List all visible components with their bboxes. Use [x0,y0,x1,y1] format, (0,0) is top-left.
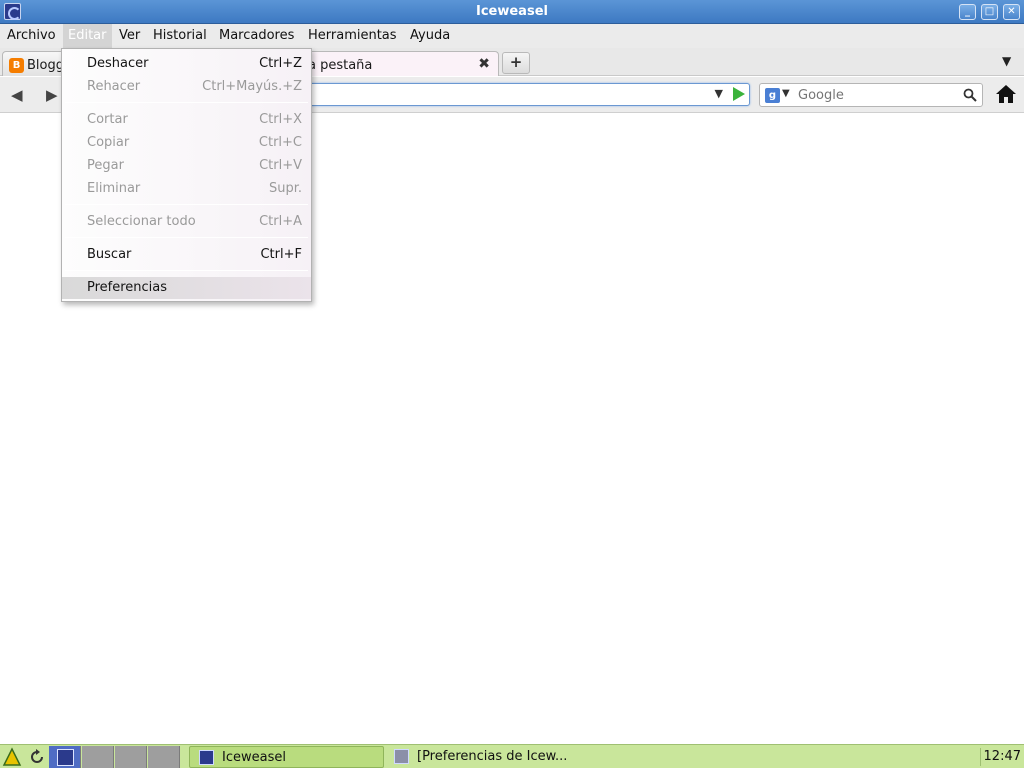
tab-new-tab[interactable]: a pestaña ✖ [300,51,499,76]
menu-item-label: Preferencias [87,280,168,295]
menu-ver[interactable]: Ver [119,28,140,43]
menu-item-buscar[interactable]: Buscar Ctrl+F [62,244,311,266]
url-history-dropdown-icon[interactable]: ▼ [715,87,723,100]
edit-menu-dropdown: Deshacer Ctrl+Z Rehacer Ctrl+Mayús.+Z Co… [61,48,312,302]
menu-item-label: Copiar [87,135,130,150]
menu-separator [65,237,308,238]
menu-item-shortcut: Ctrl+Z [259,56,302,71]
taskbar-separator [980,748,981,766]
menu-item-label: Pegar [87,158,124,173]
close-tab-icon[interactable]: ✖ [478,56,490,72]
menu-item-pegar[interactable]: Pegar Ctrl+V [62,155,311,177]
search-engine-chevron-icon[interactable]: ▼ [782,88,790,99]
menu-item-shortcut: Ctrl+C [258,135,302,150]
menu-separator [65,204,308,205]
menu-item-shortcut: Ctrl+Mayús.+Z [202,79,302,94]
menu-item-eliminar[interactable]: Eliminar Supr. [62,178,311,200]
menu-item-shortcut: Ctrl+X [259,112,302,127]
back-arrow-icon[interactable]: ◀ [11,86,23,104]
menu-marcadores[interactable]: Marcadores [219,28,294,43]
blogger-icon: B [9,58,24,73]
tab-label: Blogg [27,58,64,73]
tab-label: a pestaña [308,58,373,73]
chevron-down-icon[interactable]: ▼ [1002,54,1011,68]
forward-arrow-icon[interactable]: ▶ [46,86,58,104]
desktop-pager-4[interactable] [148,746,180,768]
google-icon[interactable]: g [765,88,780,103]
menu-item-preferencias[interactable]: Preferencias [62,277,311,299]
task-label: [Preferencias de Icew... [417,749,568,764]
menu-item-label: Cortar [87,112,128,127]
menu-item-label: Seleccionar todo [87,214,196,229]
menu-item-cortar[interactable]: Cortar Ctrl+X [62,109,311,131]
menu-item-rehacer[interactable]: Rehacer Ctrl+Mayús.+Z [62,76,311,98]
search-icon[interactable] [963,88,977,102]
menu-item-deshacer[interactable]: Deshacer Ctrl+Z [62,53,311,75]
menu-item-label: Eliminar [87,181,141,196]
window-title: Iceweasel [476,4,548,19]
minimize-button[interactable]: _ [959,4,976,20]
iceweasel-icon [394,749,409,764]
go-arrow-icon[interactable] [733,87,745,101]
maximize-button[interactable]: □ [981,4,998,20]
menu-item-copiar[interactable]: Copiar Ctrl+C [62,132,311,154]
menu-bar: Archivo Editar Ver Historial Marcadores … [0,24,1024,48]
taskbar: Iceweasel [Preferencias de Icew... 12:47 [0,744,1024,768]
taskbar-item-preferencias[interactable]: [Preferencias de Icew... [385,746,585,768]
title-bar: Iceweasel _ □ ✕ [0,0,1024,24]
desktop-pager-2[interactable] [82,746,114,768]
home-icon[interactable] [995,84,1017,104]
menu-item-label: Deshacer [87,56,149,71]
menu-editar[interactable]: Editar [63,24,112,48]
menu-item-shortcut: Supr. [268,181,302,196]
task-label: Iceweasel [222,750,286,765]
menu-item-label: Buscar [87,247,132,262]
refresh-icon[interactable] [27,747,47,767]
desktop-pager-3[interactable] [115,746,147,768]
menu-separator [65,102,308,103]
search-input[interactable] [798,87,958,104]
menu-item-seleccionar-todo[interactable]: Seleccionar todo Ctrl+A [62,211,311,233]
menu-historial[interactable]: Historial [153,28,207,43]
desktop-pager-1[interactable] [49,746,81,768]
lxde-menu-icon[interactable] [2,747,22,767]
clock[interactable]: 12:47 [984,749,1021,764]
menu-item-shortcut: Ctrl+A [259,214,302,229]
taskbar-item-iceweasel[interactable]: Iceweasel [189,746,384,768]
menu-item-label: Rehacer [87,79,141,94]
menu-item-shortcut: Ctrl+V [259,158,302,173]
menu-herramientas[interactable]: Herramientas [308,28,397,43]
iceweasel-icon [199,750,214,765]
search-bar[interactable]: g ▼ [759,83,983,107]
menu-separator [65,270,308,271]
menu-item-shortcut: Ctrl+F [260,247,302,262]
menu-archivo[interactable]: Archivo [7,28,56,43]
new-tab-button[interactable]: + [502,52,530,74]
close-button[interactable]: ✕ [1003,4,1020,20]
menu-ayuda[interactable]: Ayuda [410,28,450,43]
